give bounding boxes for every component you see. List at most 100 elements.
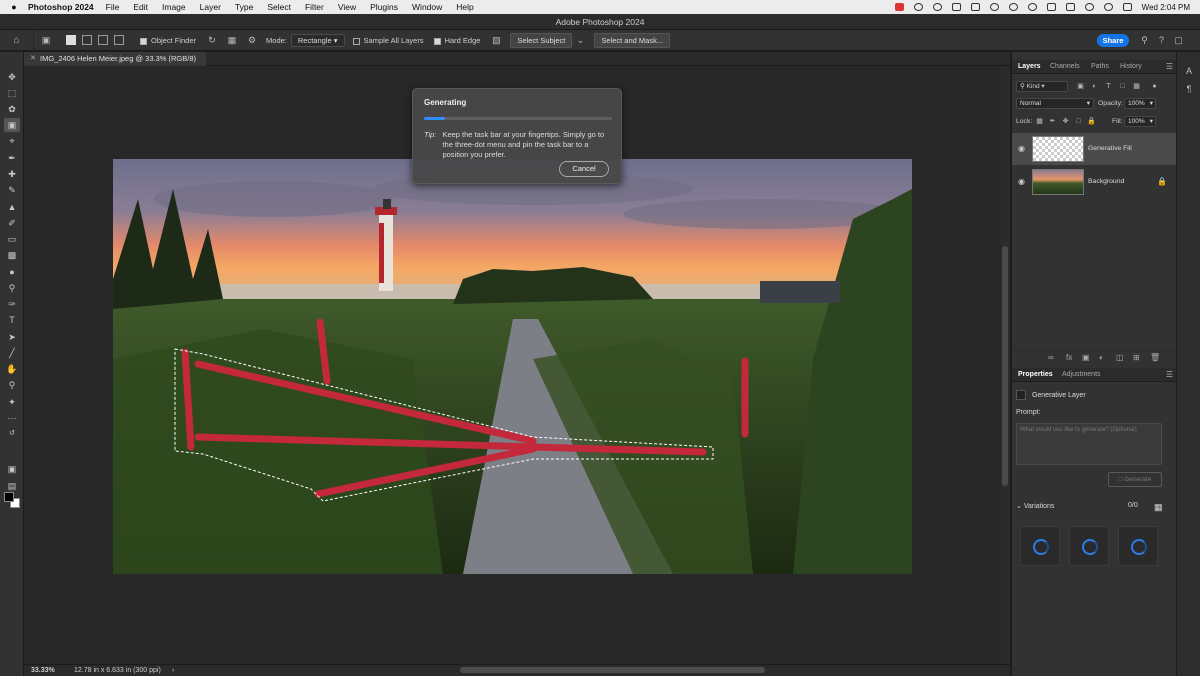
panel-menu-icon[interactable]: ☰	[1166, 368, 1173, 382]
eyedropper-tool-icon[interactable]: ✒	[4, 151, 20, 165]
show-objects-icon[interactable]: ▦	[226, 35, 238, 46]
battery-icon[interactable]	[1065, 3, 1075, 11]
object-finder-checkbox[interactable]	[140, 37, 147, 45]
select-subject-button[interactable]: Select Subject	[510, 32, 573, 48]
workspace-icon[interactable]: ▢	[1172, 34, 1185, 47]
wifi-icon[interactable]	[1084, 3, 1094, 11]
lock-transparent-icon[interactable]: ▦	[1035, 117, 1044, 126]
tab-adjustments[interactable]: Adjustments	[1062, 368, 1101, 382]
zoom-level[interactable]: 33.33%	[31, 665, 55, 676]
layer-row[interactable]: ◉ Background 🔒	[1012, 166, 1177, 198]
opacity-input[interactable]: 100% ▾	[1124, 98, 1156, 109]
filter-pixel-icon[interactable]: ▣	[1076, 82, 1085, 91]
line-tool-icon[interactable]: ╱	[4, 346, 20, 360]
move-tool-icon[interactable]: ✥	[4, 70, 20, 84]
layer-row[interactable]: ◉ Generative Fill	[1012, 133, 1177, 165]
tab-properties[interactable]: Properties	[1018, 368, 1053, 382]
history-brush-tool-icon[interactable]: ✐	[4, 216, 20, 230]
cancel-button[interactable]: Cancel	[559, 161, 609, 177]
document-image[interactable]	[113, 159, 912, 574]
generative-tool-icon[interactable]: ✦	[4, 395, 20, 409]
object-selection-tool-icon[interactable]: ▣	[4, 118, 20, 132]
screen-mode-icon[interactable]: ▤	[4, 479, 20, 493]
zoom-tool-icon[interactable]: ⚲	[4, 378, 20, 392]
menu-type[interactable]: Type	[235, 2, 253, 12]
quick-mask-icon[interactable]: ▣	[4, 462, 20, 476]
swap-colors-icon[interactable]: ↺	[4, 427, 20, 441]
variation-thumbnail[interactable]	[1069, 526, 1109, 566]
adjustment-layer-icon[interactable]: ◐	[1099, 353, 1104, 362]
gear-icon[interactable]: ⚙	[246, 35, 258, 46]
intersect-selection-icon[interactable]	[114, 35, 124, 45]
creative-cloud-icon[interactable]	[894, 3, 904, 11]
select-and-mask-button[interactable]: Select and Mask...	[594, 32, 671, 48]
panel-menu-icon[interactable]: ☰	[1166, 60, 1173, 74]
path-selection-tool-icon[interactable]: ➤	[4, 330, 20, 344]
document-tab[interactable]: ✕ IMG_2406 Helen Meier.jpeg @ 33.3% (RGB…	[24, 52, 207, 66]
gradient-tool-icon[interactable]: ▩	[4, 248, 20, 262]
trash-icon[interactable]: 🗑	[1150, 353, 1160, 362]
scroll-thumb[interactable]	[1002, 246, 1008, 486]
filter-adjustment-icon[interactable]: ◐	[1090, 82, 1099, 91]
status-app-icon[interactable]	[989, 3, 999, 11]
type-tool-icon[interactable]: T	[4, 313, 20, 327]
home-icon[interactable]: ⌂	[0, 29, 34, 51]
filter-shape-icon[interactable]: □	[1118, 82, 1127, 91]
chevron-down-icon[interactable]: ⌄	[1016, 503, 1022, 510]
more-tools-icon[interactable]: ···	[4, 411, 20, 425]
vertical-scrollbar[interactable]	[1001, 66, 1010, 664]
add-mask-icon[interactable]: ▣	[1082, 353, 1090, 362]
variation-thumbnail[interactable]	[1118, 526, 1158, 566]
link-layers-icon[interactable]: ∞	[1048, 353, 1054, 362]
control-center-icon[interactable]	[1122, 3, 1132, 11]
status-menu-arrow[interactable]: ›	[172, 665, 174, 676]
visibility-eye-icon[interactable]: ◉	[1018, 177, 1026, 186]
menu-edit[interactable]: Edit	[133, 2, 148, 12]
grid-view-icon[interactable]: ▦	[1154, 502, 1163, 513]
blur-tool-icon[interactable]: ●	[4, 265, 20, 279]
close-icon[interactable]: ✕	[30, 52, 36, 66]
menu-layer[interactable]: Layer	[200, 2, 221, 12]
status-app-icon[interactable]	[932, 3, 942, 11]
status-app-icon[interactable]	[913, 3, 923, 11]
add-selection-icon[interactable]	[82, 35, 92, 45]
group-folder-icon[interactable]: ◫	[1116, 353, 1124, 362]
camera-icon[interactable]	[951, 3, 961, 11]
refresh-icon[interactable]: ↻	[206, 35, 218, 46]
pen-tool-icon[interactable]: ✑	[4, 297, 20, 311]
lock-all-icon[interactable]: 🔒	[1087, 117, 1096, 126]
filter-type-icon[interactable]: T	[1104, 82, 1113, 91]
lock-pixels-icon[interactable]: ✒	[1048, 117, 1057, 126]
filter-toggle-icon[interactable]: ●	[1150, 82, 1159, 91]
brush-tool-icon[interactable]: ✎	[4, 183, 20, 197]
share-button[interactable]: Share	[1097, 34, 1129, 47]
horizontal-scrollbar[interactable]	[460, 667, 765, 673]
prompt-input[interactable]: What would you like to generate? (Option…	[1016, 423, 1162, 465]
fill-input[interactable]: 100% ▾	[1124, 116, 1156, 127]
foreground-color-swatch[interactable]	[4, 492, 14, 502]
lock-artboard-icon[interactable]: □	[1074, 117, 1083, 126]
select-subject-option-icon[interactable]: ▧	[490, 35, 502, 46]
menu-filter[interactable]: Filter	[305, 2, 324, 12]
blend-mode-dropdown[interactable]: Normal ▾	[1016, 98, 1094, 109]
lasso-tool-icon[interactable]: ✿	[4, 102, 20, 116]
app-menu[interactable]: Photoshop 2024	[28, 2, 94, 12]
hand-tool-icon[interactable]: ✋	[4, 362, 20, 376]
mode-dropdown[interactable]: Rectangle ▾	[290, 33, 345, 47]
clone-stamp-tool-icon[interactable]: ▲	[4, 200, 20, 214]
object-selection-tool-icon[interactable]: ▣	[40, 35, 52, 46]
status-app-icon[interactable]	[1027, 3, 1037, 11]
bluetooth-icon[interactable]	[1046, 3, 1056, 11]
variation-thumbnail[interactable]	[1020, 526, 1060, 566]
new-selection-icon[interactable]	[66, 35, 76, 45]
apple-icon[interactable]: ●	[0, 2, 28, 12]
dodge-tool-icon[interactable]: ⚲	[4, 281, 20, 295]
chevron-down-icon[interactable]: ⌄	[574, 35, 586, 46]
lock-position-icon[interactable]: ✥	[1061, 117, 1070, 126]
hard-edge-checkbox[interactable]	[433, 37, 441, 45]
canvas-area[interactable]: Generating Tip: Keep the task bar at you…	[24, 66, 1001, 664]
tab-channels[interactable]: Channels	[1050, 60, 1080, 74]
menu-view[interactable]: View	[338, 2, 356, 12]
search-icon[interactable]	[1103, 3, 1113, 11]
status-app-icon[interactable]	[1008, 3, 1018, 11]
